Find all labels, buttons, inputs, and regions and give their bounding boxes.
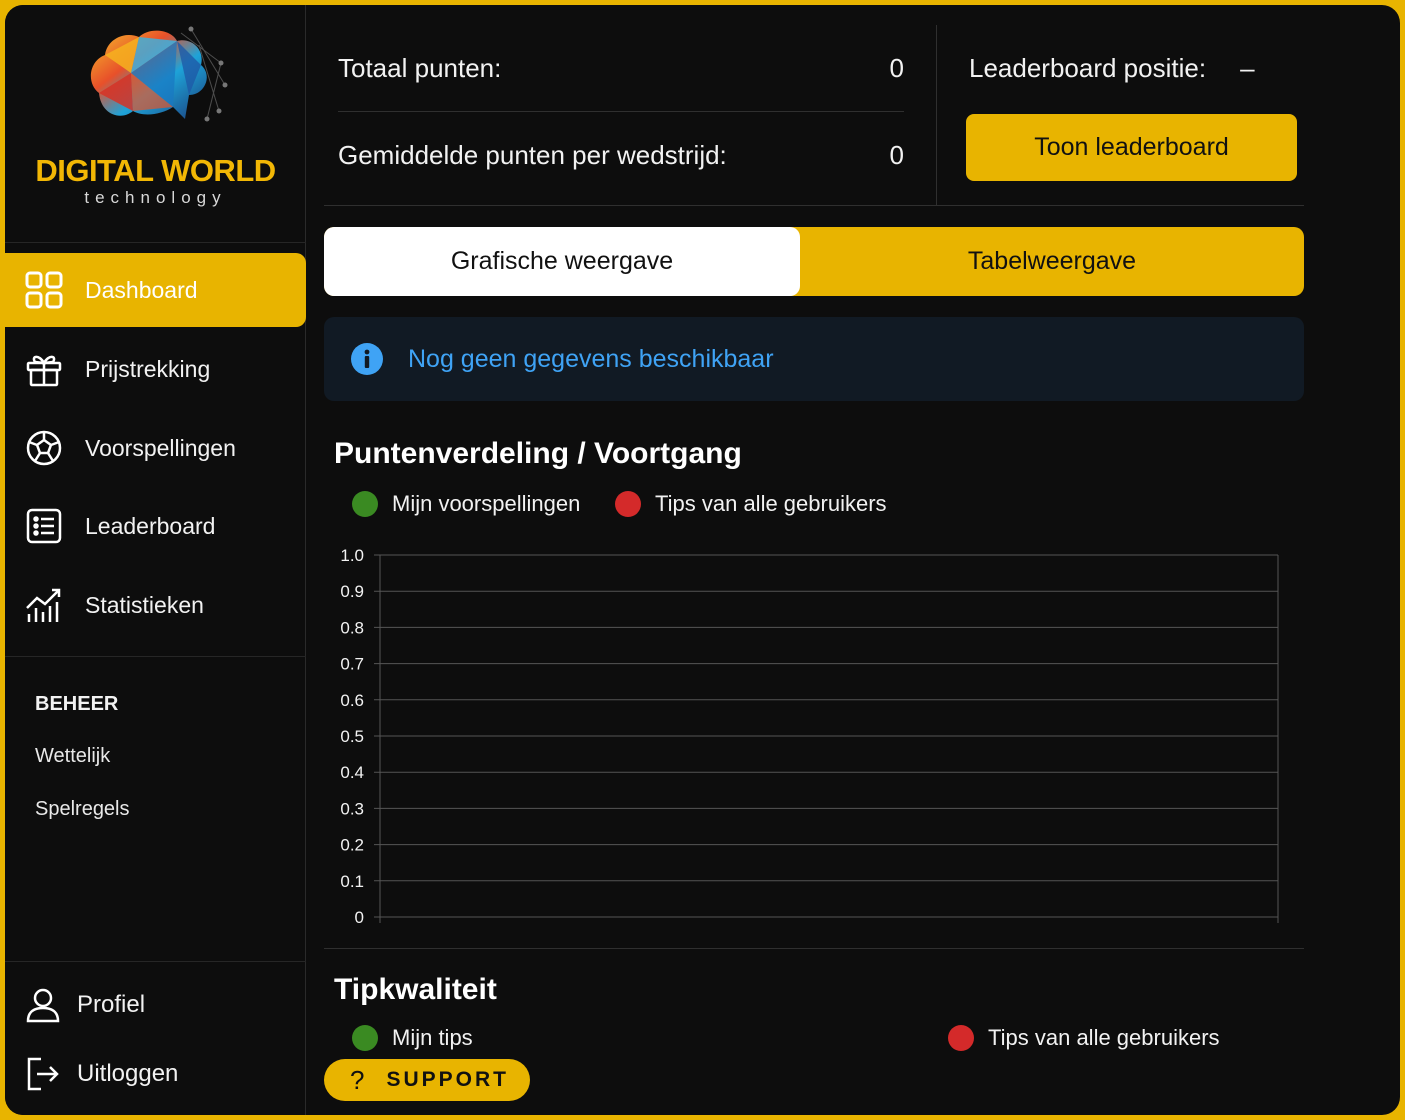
stat-label: Gemiddelde punten per wedstrijd: [338, 140, 727, 170]
legend-all[interactable]: Tips van alle gebruikers [615, 491, 887, 517]
sidebar-item-label: Uitloggen [77, 1060, 179, 1087]
brand-name: DIGITAL WORLD [35, 153, 276, 188]
y-tick-label: 0.9 [340, 582, 364, 601]
stat-divider [338, 111, 904, 112]
y-tick-label: 0.2 [340, 836, 364, 855]
legend-label: Mijn tips [392, 1025, 473, 1050]
legend-all-tips[interactable]: Tips van alle gebruikers [948, 1025, 1220, 1051]
y-tick-label: 0.8 [340, 618, 364, 637]
sidebar-item-uitloggen[interactable]: Uitloggen [25, 1056, 178, 1092]
leaderboard-position: Leaderboard positie: – [969, 53, 1255, 84]
stat-average-points: Gemiddelde punten per wedstrijd: 0 [338, 140, 904, 171]
app-frame: DIGITAL WORLD technology Dashboard Prijs… [0, 0, 1405, 1120]
legend-my-tips[interactable]: Mijn tips [352, 1025, 473, 1051]
y-tick-label: 1.0 [340, 546, 364, 565]
main-content: Totaal punten: 0 Gemiddelde punten per w… [306, 5, 1400, 1115]
view-tabs: Grafische weergave Tabelweergave [324, 227, 1304, 296]
legend-mine[interactable]: Mijn voorspellingen [352, 491, 580, 517]
section-divider [324, 948, 1304, 949]
sidebar-item-label: Profiel [77, 991, 146, 1018]
show-leaderboard-button[interactable]: Toon leaderboard [966, 114, 1297, 181]
stat-value: – [1240, 53, 1255, 83]
legend-dot-red [615, 491, 641, 517]
tab-grafische-weergave[interactable]: Grafische weergave [324, 227, 800, 296]
sidebar-item-label: Statistieken [85, 591, 204, 618]
tab-tabelweergave[interactable]: Tabelweergave [800, 227, 1304, 296]
soccer-ball-icon [25, 429, 63, 467]
sidebar-item-prijstrekking[interactable]: Prijstrekking [5, 332, 306, 406]
sidebar-divider [5, 961, 306, 962]
sidebar: DIGITAL WORLD technology Dashboard Prijs… [5, 5, 306, 1115]
logo: DIGITAL WORLD technology [5, 5, 306, 243]
section-title-beheer: BEHEER [35, 693, 119, 715]
points-chart: 0 0.1 0.2 0.3 0.4 0.5 0.6 0.7 0.8 0.9 1.0 [340, 546, 1279, 927]
y-tick-label: 0.1 [340, 872, 364, 891]
y-tick-label: 0.7 [340, 655, 364, 674]
info-message: Nog geen gegevens beschikbaar [408, 344, 774, 373]
y-tick-label: 0.4 [340, 763, 364, 782]
stats-panel: Totaal punten: 0 Gemiddelde punten per w… [324, 25, 1304, 206]
sidebar-item-label: Leaderboard [85, 512, 216, 539]
chart-title: Puntenverdeling / Voortgang [334, 437, 742, 470]
chart-icon [25, 586, 63, 624]
legend-label: Tips van alle gebruikers [988, 1025, 1220, 1050]
tip-quality-title: Tipkwaliteit [334, 973, 497, 1006]
grid-icon [25, 271, 63, 309]
info-alert: Nog geen gegevens beschikbaar [324, 317, 1304, 401]
sidebar-item-voorspellingen[interactable]: Voorspellingen [5, 411, 306, 485]
link-spelregels[interactable]: Spelregels [35, 798, 130, 821]
legend-dot-green [352, 491, 378, 517]
y-tick-label: 0.3 [340, 799, 364, 818]
legend-label: Mijn voorspellingen [392, 491, 581, 516]
list-icon [25, 507, 63, 545]
brand-tagline: technology [84, 188, 227, 207]
y-tick-label: 0 [355, 908, 364, 927]
app: DIGITAL WORLD technology Dashboard Prijs… [5, 5, 1400, 1115]
support-label: SUPPORT [386, 1068, 509, 1091]
stat-label: Leaderboard positie: [969, 53, 1207, 83]
gift-icon [25, 350, 63, 388]
sidebar-item-statistieken[interactable]: Statistieken [5, 568, 306, 642]
stat-total-points: Totaal punten: 0 [338, 53, 904, 84]
sidebar-item-leaderboard[interactable]: Leaderboard [5, 489, 306, 563]
legend-dot-red [948, 1025, 974, 1051]
sidebar-item-label: Voorspellingen [85, 434, 236, 461]
sidebar-item-label: Prijstrekking [85, 355, 211, 382]
stat-value: 0 [889, 140, 904, 170]
stat-label: Totaal punten: [338, 53, 502, 83]
sidebar-item-profiel[interactable]: Profiel [25, 987, 145, 1023]
stats-vertical-divider [936, 25, 937, 205]
y-tick-label: 0.5 [340, 727, 364, 746]
stat-value: 0 [889, 53, 904, 83]
sidebar-item-label: Dashboard [85, 276, 198, 303]
sidebar-item-dashboard[interactable]: Dashboard [5, 253, 306, 327]
link-wettelijk[interactable]: Wettelijk [35, 745, 110, 768]
legend-label: Tips van alle gebruikers [655, 491, 887, 516]
sidebar-divider [5, 656, 306, 657]
user-icon [25, 987, 61, 1023]
legend-dot-green [352, 1025, 378, 1051]
logout-icon [25, 1056, 61, 1092]
support-button[interactable]: ? SUPPORT [324, 1059, 530, 1101]
info-icon [351, 343, 383, 375]
y-tick-label: 0.6 [340, 691, 364, 710]
brain-logo-icon [90, 26, 228, 122]
question-icon: ? [350, 1064, 365, 1095]
